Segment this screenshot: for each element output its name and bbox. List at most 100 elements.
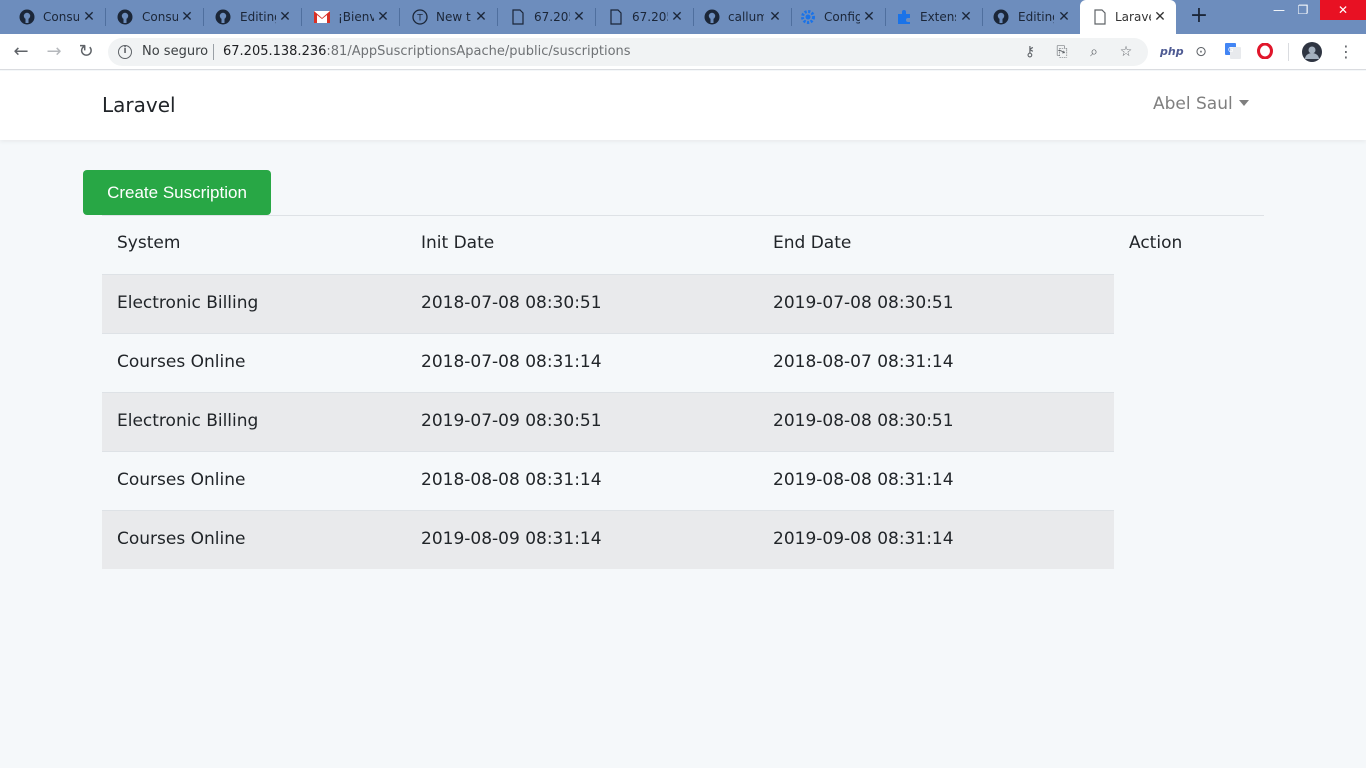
close-icon[interactable]: ✕ [376, 9, 390, 25]
cell-end-date: 2019-08-08 08:30:51 [773, 411, 954, 431]
close-icon[interactable]: ✕ [572, 9, 586, 25]
close-icon[interactable]: ✕ [862, 9, 876, 25]
tab-title: Consu [43, 10, 79, 24]
key-icon[interactable]: ⚷ [1021, 43, 1039, 61]
column-header-action: Action [1129, 233, 1183, 253]
reload-button[interactable]: ↻ [75, 41, 97, 63]
tab-title: Editing [1018, 10, 1054, 24]
github-icon [704, 9, 720, 25]
cell-system: Courses Online [117, 470, 246, 490]
column-header-system: System [117, 233, 181, 253]
t-circle-icon: T [412, 9, 428, 25]
browser-tab[interactable]: Consu ✕ [0, 0, 105, 34]
new-tab-button[interactable]: + [1188, 5, 1210, 28]
tab-title: ¡Bienv [338, 10, 374, 24]
browser-tab-active[interactable]: Larave ✕ [1080, 0, 1176, 34]
brand-link[interactable]: Laravel [102, 93, 176, 117]
cell-init-date: 2018-07-08 08:31:14 [421, 352, 602, 372]
close-icon[interactable]: ✕ [180, 9, 194, 25]
browser-tab[interactable]: Config ✕ [792, 0, 885, 34]
table-row: Electronic Billing 2019-07-09 08:30:51 2… [102, 392, 1114, 451]
google-translate-icon[interactable]: G [1224, 43, 1242, 61]
zoom-icon[interactable]: ⌕ [1085, 43, 1103, 61]
gear-icon [800, 9, 816, 25]
close-icon[interactable]: ✕ [474, 9, 488, 25]
toolbar-divider [1288, 43, 1289, 61]
browser-tab-strip: Consu ✕ Consu ✕ Editing ✕ ¡Bienv ✕ T New… [0, 0, 1366, 34]
info-icon[interactable]: i [118, 45, 132, 59]
url-text[interactable]: 67.205.138.236:81/AppSuscriptionsApache/… [223, 44, 631, 59]
cell-end-date: 2019-07-08 08:30:51 [773, 293, 954, 313]
address-bar[interactable]: i No seguro 67.205.138.236:81/AppSuscrip… [108, 38, 1148, 66]
page-icon [510, 9, 526, 25]
column-header-init-date: Init Date [421, 233, 495, 253]
close-icon[interactable]: ✕ [1057, 9, 1071, 25]
bookmark-star-icon[interactable]: ☆ [1117, 43, 1135, 61]
cell-system: Courses Online [117, 529, 246, 549]
close-icon[interactable]: ✕ [670, 9, 684, 25]
github-icon [117, 9, 133, 25]
code-extension-icon[interactable]: ⊙ [1192, 43, 1210, 61]
tab-title: Consu [142, 10, 178, 24]
omnibox-divider [213, 44, 214, 60]
tab-title: callum [728, 10, 764, 24]
cell-init-date: 2018-08-08 08:31:14 [421, 470, 602, 490]
cell-end-date: 2019-08-08 08:31:14 [773, 470, 954, 490]
back-button[interactable]: ← [10, 41, 32, 63]
close-icon[interactable]: ✕ [768, 9, 782, 25]
github-icon [993, 9, 1009, 25]
cell-end-date: 2019-09-08 08:31:14 [773, 529, 954, 549]
github-icon [19, 9, 35, 25]
create-suscription-button[interactable]: Create Suscription [83, 170, 271, 215]
close-icon[interactable]: ✕ [278, 9, 292, 25]
browser-tab[interactable]: 67.205 ✕ [596, 0, 693, 34]
translate-icon[interactable]: ⎘ [1053, 43, 1071, 61]
table-row: Courses Online 2019-08-09 08:31:14 2019-… [102, 510, 1114, 569]
user-dropdown[interactable]: Abel Saul [1153, 94, 1249, 114]
browser-tab[interactable]: 67.205 ✕ [498, 0, 595, 34]
tab-title: Extens [920, 10, 956, 24]
cell-system: Electronic Billing [117, 293, 259, 313]
browser-tab[interactable]: callum ✕ [694, 0, 791, 34]
menu-kebab-icon[interactable]: ⋮ [1337, 43, 1355, 61]
table-row: Courses Online 2018-08-08 08:31:14 2019-… [102, 451, 1114, 510]
browser-tab[interactable]: Editing ✕ [204, 0, 301, 34]
opera-icon[interactable] [1256, 42, 1274, 61]
browser-tab[interactable]: Consu ✕ [106, 0, 203, 34]
gmail-icon [314, 9, 330, 25]
php-extension-icon[interactable]: php [1160, 43, 1184, 61]
svg-text:T: T [416, 14, 423, 24]
close-icon[interactable]: ✕ [959, 9, 973, 25]
profile-avatar[interactable] [1302, 42, 1322, 62]
app-navbar: Laravel Abel Saul [0, 71, 1366, 140]
puzzle-icon [896, 9, 912, 25]
close-icon[interactable]: ✕ [82, 9, 96, 25]
tab-title: Editing [240, 10, 276, 24]
url-host: 67.205.138.236 [223, 44, 327, 59]
column-header-end-date: End Date [773, 233, 852, 253]
close-icon[interactable]: ✕ [1153, 9, 1167, 25]
caret-down-icon [1238, 100, 1249, 106]
page-icon [608, 9, 624, 25]
svg-text:G: G [1228, 46, 1233, 54]
user-name: Abel Saul [1153, 94, 1233, 114]
table-top-border [102, 215, 1264, 216]
window-close-button[interactable]: ✕ [1320, 0, 1366, 20]
cell-init-date: 2018-07-08 08:30:51 [421, 293, 602, 313]
github-icon [215, 9, 231, 25]
cell-init-date: 2019-08-09 08:31:14 [421, 529, 602, 549]
table-row: Courses Online 2018-07-08 08:31:14 2018-… [102, 333, 1114, 392]
browser-tab[interactable]: ¡Bienv ✕ [302, 0, 399, 34]
forward-button[interactable]: → [43, 41, 65, 63]
tab-title: 67.205 [534, 10, 570, 24]
tab-title: New t [436, 10, 471, 24]
browser-tab[interactable]: T New t ✕ [400, 0, 497, 34]
tab-title: Larave [1115, 10, 1151, 24]
tab-title: Config [824, 10, 860, 24]
cell-end-date: 2018-08-07 08:31:14 [773, 352, 954, 372]
browser-tab[interactable]: Editing ✕ [983, 0, 1080, 34]
security-label[interactable]: No seguro [142, 44, 208, 59]
cell-init-date: 2019-07-09 08:30:51 [421, 411, 602, 431]
browser-toolbar: ← → ↻ i No seguro 67.205.138.236:81/AppS… [0, 34, 1366, 70]
browser-tab[interactable]: Extens ✕ [886, 0, 982, 34]
